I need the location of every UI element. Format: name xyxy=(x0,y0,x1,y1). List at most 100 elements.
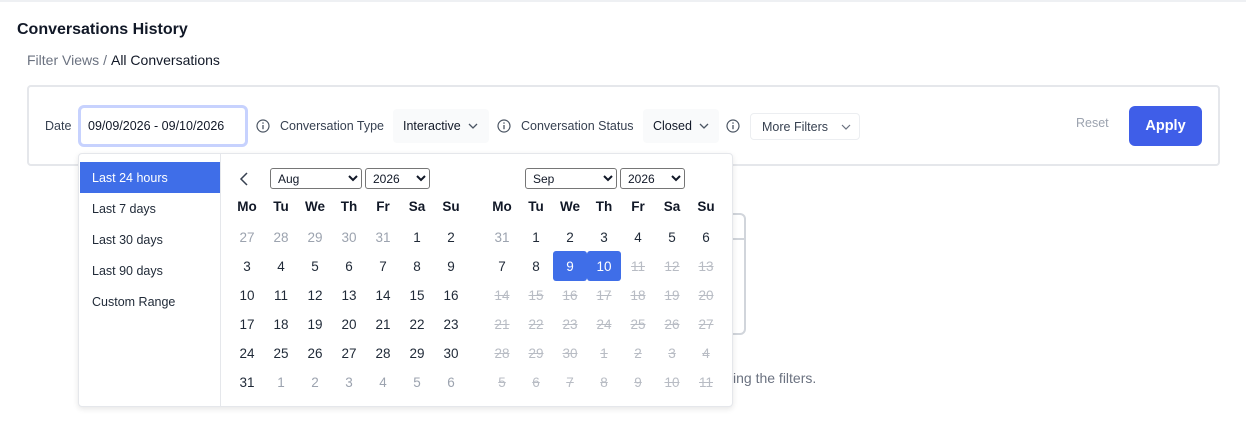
conversation-type-label: Conversation Type xyxy=(280,119,384,133)
info-circle-icon[interactable] xyxy=(726,119,740,133)
right-calendar-day: 19 xyxy=(664,287,680,303)
left-calendar-day[interactable]: 1 xyxy=(264,367,298,397)
right-weekday-header: Mo xyxy=(492,199,512,214)
right-calendar-day: 1 xyxy=(600,345,608,361)
conversation-type-select[interactable]: Interactive xyxy=(393,109,489,143)
more-filters-dropdown[interactable]: More Filters xyxy=(750,113,860,140)
left-calendar-day[interactable]: 26 xyxy=(298,338,332,368)
range-last-24-hours[interactable]: Last 24 hours xyxy=(80,162,220,193)
left-calendar-day[interactable]: 7 xyxy=(366,251,400,281)
right-weekday-header: Su xyxy=(697,199,715,214)
right-calendar-day[interactable]: 8 xyxy=(519,251,553,281)
left-month-select[interactable]: Aug xyxy=(270,168,362,189)
left-calendar-day[interactable]: 25 xyxy=(264,338,298,368)
breadcrumb: Filter Views / All Conversations xyxy=(27,52,220,68)
preset-ranges: Last 24 hours Last 7 days Last 30 days L… xyxy=(79,154,221,406)
apply-button[interactable]: Apply xyxy=(1129,106,1202,146)
right-calendar-day[interactable]: 5 xyxy=(655,222,689,252)
right-year-select[interactable]: 2026 xyxy=(620,168,685,189)
left-calendar-day[interactable]: 28 xyxy=(264,222,298,252)
right-calendar-day[interactable]: 9 xyxy=(553,251,587,281)
right-calendar-day: 3 xyxy=(668,345,676,361)
left-calendar-day[interactable]: 23 xyxy=(434,309,468,339)
left-calendar-day[interactable]: 11 xyxy=(264,280,298,310)
range-last-90-days[interactable]: Last 90 days xyxy=(80,255,220,286)
left-calendar-day[interactable]: 30 xyxy=(434,338,468,368)
left-calendar-day[interactable]: 10 xyxy=(230,280,264,310)
right-calendar-day: 28 xyxy=(494,345,510,361)
right-calendar-day[interactable]: 4 xyxy=(621,222,655,252)
right-month-select[interactable]: Sep xyxy=(525,168,617,189)
right-calendar-day[interactable]: 1 xyxy=(519,222,553,252)
left-calendar-day[interactable]: 9 xyxy=(434,251,468,281)
left-calendar-day[interactable]: 2 xyxy=(434,222,468,252)
left-calendar-day[interactable]: 27 xyxy=(332,338,366,368)
left-calendar-day[interactable]: 21 xyxy=(366,309,400,339)
left-calendar-day[interactable]: 2 xyxy=(298,367,332,397)
left-calendar-day[interactable]: 24 xyxy=(230,338,264,368)
right-calendar-day: 12 xyxy=(664,258,680,274)
left-calendar-day[interactable]: 13 xyxy=(332,280,366,310)
date-range-input[interactable]: 09/09/2026 - 09/10/2026 xyxy=(78,105,248,147)
left-calendar-day[interactable]: 6 xyxy=(434,367,468,397)
breadcrumb-parent[interactable]: Filter Views xyxy=(27,52,99,68)
reset-button[interactable]: Reset xyxy=(1076,116,1109,130)
right-calendar-day: 7 xyxy=(566,374,574,390)
left-calendar-day[interactable]: 20 xyxy=(332,309,366,339)
left-calendar-day[interactable]: 8 xyxy=(400,251,434,281)
left-calendar-day[interactable]: 29 xyxy=(298,222,332,252)
range-last-30-days[interactable]: Last 30 days xyxy=(80,224,220,255)
left-calendar-day[interactable]: 5 xyxy=(298,251,332,281)
right-calendar-day: 29 xyxy=(528,345,544,361)
left-calendar-day[interactable]: 17 xyxy=(230,309,264,339)
right-calendar-day: 27 xyxy=(698,316,714,332)
conversation-status-select[interactable]: Closed xyxy=(643,109,719,143)
range-last-7-days[interactable]: Last 7 days xyxy=(80,193,220,224)
left-calendar-day[interactable]: 18 xyxy=(264,309,298,339)
left-calendar-day[interactable]: 22 xyxy=(400,309,434,339)
right-calendar-day[interactable]: 10 xyxy=(587,251,621,281)
right-weekday-header: Tu xyxy=(528,199,544,214)
right-calendar-day[interactable]: 7 xyxy=(485,251,519,281)
breadcrumb-current: All Conversations xyxy=(110,52,220,68)
left-calendar-day[interactable]: 30 xyxy=(332,222,366,252)
info-circle-icon[interactable] xyxy=(256,119,270,133)
left-calendar-day[interactable]: 15 xyxy=(400,280,434,310)
left-calendar-day[interactable]: 6 xyxy=(332,251,366,281)
info-circle-icon[interactable] xyxy=(497,119,511,133)
right-calendar-day: 9 xyxy=(634,374,642,390)
left-calendar-day[interactable]: 12 xyxy=(298,280,332,310)
right-calendar-day[interactable]: 3 xyxy=(587,222,621,252)
left-calendar-day[interactable]: 1 xyxy=(400,222,434,252)
chevron-down-icon xyxy=(468,123,478,129)
left-calendar-day[interactable]: 4 xyxy=(264,251,298,281)
right-calendar-day: 24 xyxy=(596,316,612,332)
left-calendar-day[interactable]: 3 xyxy=(332,367,366,397)
right-calendar-day[interactable]: 31 xyxy=(485,222,519,252)
breadcrumb-separator: / xyxy=(103,52,107,68)
left-calendar-day[interactable]: 31 xyxy=(366,222,400,252)
left-year-select[interactable]: 2026 xyxy=(365,168,430,189)
right-weekday-header: Th xyxy=(595,199,613,214)
more-filters-label: More Filters xyxy=(762,119,828,134)
left-calendar-day[interactable]: 29 xyxy=(400,338,434,368)
left-weekday-header: Su xyxy=(442,199,460,214)
right-calendar-day: 16 xyxy=(562,287,578,303)
left-calendar-day[interactable]: 27 xyxy=(230,222,264,252)
right-calendar-day: 22 xyxy=(528,316,544,332)
right-calendar-day[interactable]: 2 xyxy=(553,222,587,252)
chevron-left-icon[interactable] xyxy=(238,171,252,187)
range-custom[interactable]: Custom Range xyxy=(80,286,220,317)
left-calendar-day[interactable]: 28 xyxy=(366,338,400,368)
left-calendar-day[interactable]: 19 xyxy=(298,309,332,339)
right-weekday-header: Fr xyxy=(631,199,645,214)
left-calendar-day[interactable]: 5 xyxy=(400,367,434,397)
right-calendar-day: 11 xyxy=(630,258,645,274)
left-calendar-day[interactable]: 3 xyxy=(230,251,264,281)
left-weekday-header: Tu xyxy=(273,199,289,214)
right-calendar-day[interactable]: 6 xyxy=(689,222,723,252)
left-calendar-day[interactable]: 14 xyxy=(366,280,400,310)
left-calendar-day[interactable]: 31 xyxy=(230,367,264,397)
left-calendar-day[interactable]: 4 xyxy=(366,367,400,397)
left-calendar-day[interactable]: 16 xyxy=(434,280,468,310)
